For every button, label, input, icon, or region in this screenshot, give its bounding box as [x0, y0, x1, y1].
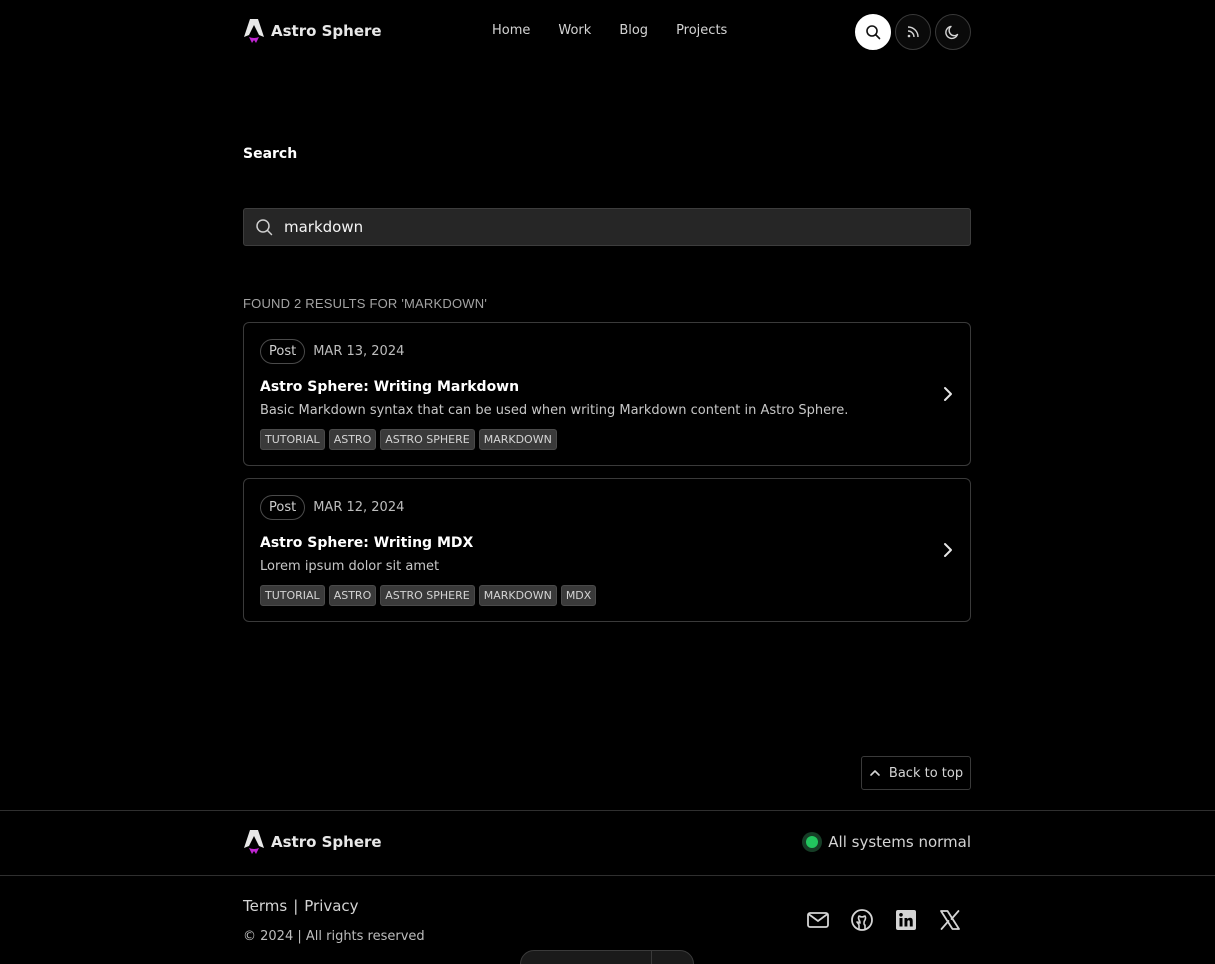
tag: ASTRO — [328, 585, 377, 606]
theme-toggle-button[interactable] — [935, 14, 971, 50]
chevron-right-icon — [944, 387, 952, 401]
dev-toolbar[interactable] — [520, 950, 694, 964]
search-input[interactable] — [284, 209, 944, 245]
nav-home[interactable]: Home — [492, 23, 530, 38]
back-to-top-label: Back to top — [888, 765, 964, 781]
legal-links: Terms | Privacy — [243, 897, 359, 915]
toolbar-divider — [651, 951, 652, 964]
search-icon — [256, 219, 273, 236]
moon-icon — [945, 25, 959, 40]
tag: ASTRO — [328, 429, 377, 450]
footer-divider — [0, 810, 1215, 811]
result-date: MAR 13, 2024 — [313, 344, 405, 359]
footer-brand[interactable]: Astro Sphere — [243, 829, 382, 855]
chevron-right-icon — [944, 543, 952, 557]
brand-name: Astro Sphere — [271, 22, 382, 40]
search-result-card[interactable]: Post MAR 12, 2024 Astro Sphere: Writing … — [243, 478, 971, 622]
result-title: Astro Sphere: Writing Markdown — [260, 379, 520, 395]
tag: MDX — [560, 585, 597, 606]
github-icon[interactable] — [850, 908, 874, 932]
search-field[interactable] — [243, 208, 971, 246]
search-field-icon-wrap — [244, 208, 284, 246]
result-type-badge: Post — [260, 339, 306, 364]
result-meta: Post MAR 12, 2024 — [260, 495, 404, 520]
linkedin-icon[interactable] — [894, 908, 918, 932]
result-type-badge: Post — [260, 495, 306, 520]
result-description: Lorem ipsum dolor sit amet — [260, 559, 440, 574]
search-result-card[interactable]: Post MAR 13, 2024 Astro Sphere: Writing … — [243, 322, 971, 466]
tag: ASTRO SPHERE — [380, 585, 475, 606]
chevron-up-icon — [870, 770, 880, 776]
privacy-link[interactable]: Privacy — [304, 897, 358, 915]
tag: TUTORIAL — [260, 429, 325, 450]
system-status: All systems normal — [802, 832, 971, 852]
tag: MARKDOWN — [478, 585, 557, 606]
page-title: Search — [243, 146, 298, 162]
tag: MARKDOWN — [478, 429, 557, 450]
result-date: MAR 12, 2024 — [313, 500, 405, 515]
x-icon[interactable] — [938, 908, 962, 932]
rss-icon — [907, 26, 919, 38]
rss-button[interactable] — [895, 14, 931, 50]
brand[interactable]: Astro Sphere — [243, 18, 382, 44]
back-to-top-button[interactable]: Back to top — [861, 756, 971, 790]
status-indicator — [802, 832, 823, 852]
mail-icon[interactable] — [806, 908, 830, 932]
nav-work[interactable]: Work — [558, 23, 591, 38]
status-text: All systems normal — [828, 833, 971, 851]
astro-logo-icon — [244, 830, 264, 854]
footer-divider — [0, 875, 1215, 876]
tag: TUTORIAL — [260, 585, 325, 606]
site-header: Astro Sphere Home Work Blog Projects — [243, 0, 971, 64]
terms-link[interactable]: Terms — [243, 897, 287, 915]
results-count: FOUND 2 RESULTS FOR 'MARKDOWN' — [243, 296, 488, 311]
copyright: © 2024 | All rights reserved — [243, 929, 425, 944]
header-actions — [855, 14, 971, 50]
nav-projects[interactable]: Projects — [676, 23, 727, 38]
result-description: Basic Markdown syntax that can be used w… — [260, 403, 849, 418]
social-links — [806, 908, 962, 932]
result-title: Astro Sphere: Writing MDX — [260, 535, 474, 551]
legal-separator: | — [293, 897, 299, 915]
search-button[interactable] — [855, 14, 891, 50]
astro-logo-icon — [244, 19, 264, 43]
search-icon — [866, 25, 881, 40]
result-tags: TUTORIAL ASTRO ASTRO SPHERE MARKDOWN MDX — [260, 585, 597, 606]
footer-brand-name: Astro Sphere — [271, 833, 382, 851]
nav-blog[interactable]: Blog — [619, 23, 648, 38]
result-tags: TUTORIAL ASTRO ASTRO SPHERE MARKDOWN — [260, 429, 557, 450]
main-nav: Home Work Blog Projects — [492, 23, 727, 38]
tag: ASTRO SPHERE — [380, 429, 475, 450]
result-meta: Post MAR 13, 2024 — [260, 339, 404, 364]
